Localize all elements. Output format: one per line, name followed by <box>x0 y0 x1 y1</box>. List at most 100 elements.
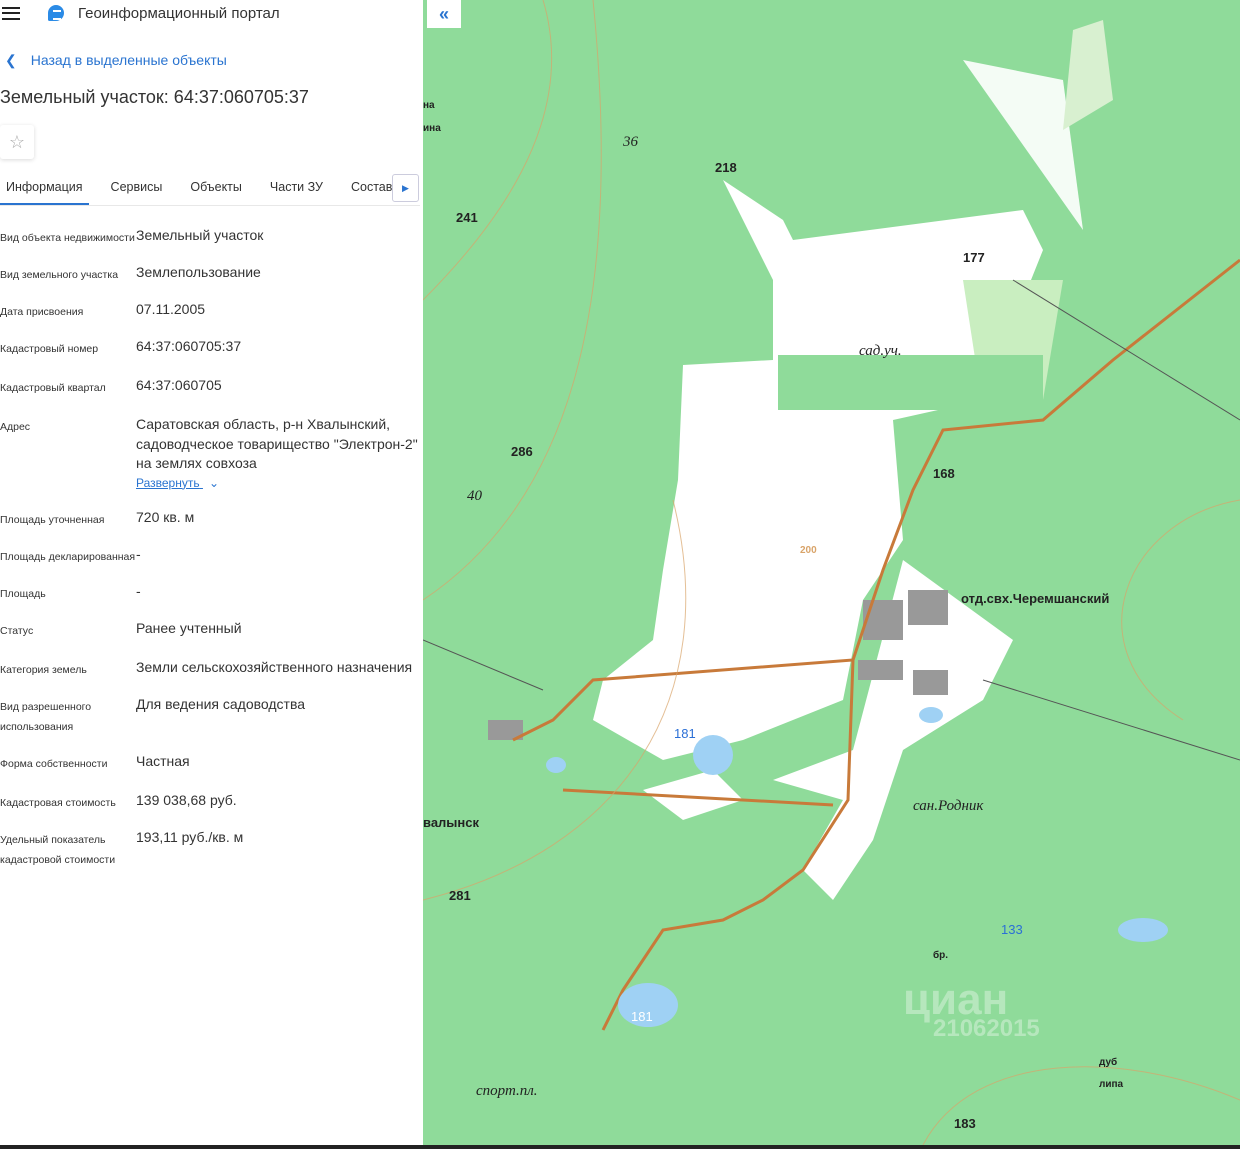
map-label: 181 <box>631 1009 653 1024</box>
attribute-value-text: 64:37:060705:37 <box>136 338 242 354</box>
attribute-row: Площадь - <box>0 582 420 604</box>
attribute-label: Площадь <box>0 588 46 600</box>
attribute-value: 64:37:060705 <box>136 376 420 398</box>
attribute-label: Категория земель <box>0 664 87 676</box>
map-label: бр. <box>933 950 949 961</box>
app-title: Геоинформационный портал <box>78 4 280 22</box>
map-label: 133 <box>1001 922 1023 937</box>
map-label: 281 <box>449 888 471 903</box>
tab-composition[interactable]: Состав <box>345 172 398 205</box>
attribute-row: Кадастровый квартал 64:37:060705 <box>0 376 420 398</box>
attribute-value-text: 07.11.2005 <box>136 301 206 317</box>
attribute-label: Вид объекта недвижимости <box>0 232 135 244</box>
map-view[interactable]: « 36 218 241 177 сад.уч. 286 40 168 200 … <box>423 0 1240 1145</box>
back-link-label: Назад в выделенные объекты <box>30 52 227 68</box>
chevron-left-icon: ❮ <box>5 52 17 68</box>
map-label: сад.уч. <box>859 343 902 359</box>
menu-icon[interactable] <box>2 6 20 20</box>
tab-info[interactable]: Информация <box>0 172 89 205</box>
attribute-label: Вид земельного участка <box>0 269 119 281</box>
attribute-label: Вид разрешенного использования <box>0 701 92 733</box>
map-label: 286 <box>511 444 533 459</box>
attribute-label: Дата присвоения <box>0 306 84 318</box>
attribute-row: Кадастровая стоимость 139 038,68 руб. <box>0 791 420 813</box>
attribute-label: Адрес <box>0 421 31 433</box>
map-label: 168 <box>933 466 955 481</box>
map-label: 218 <box>715 160 737 175</box>
attribute-value-text: - <box>136 546 141 562</box>
attribute-value-text: Земли сельскохозяйственного назначения <box>136 659 413 675</box>
taskbar-edge <box>0 1145 1240 1149</box>
map-label: сан.Родник <box>913 798 984 814</box>
attribute-value: Ранее учтенный <box>136 619 420 641</box>
attribute-list: Вид объекта недвижимости Земельный участо… <box>0 226 420 885</box>
map-label: спорт.пл. <box>476 1083 538 1099</box>
attribute-label: Кадастровый квартал <box>0 382 106 394</box>
attribute-value-text: Землепользование <box>136 264 261 280</box>
map-label: отд.свх.Черемшанский <box>961 591 1110 606</box>
attribute-row: Удельный показатель кадастровой стоимост… <box>0 828 420 870</box>
attribute-value: Земли сельскохозяйственного назначения <box>136 658 420 680</box>
watermark-number: 21062015 <box>933 1015 1040 1042</box>
portal-logo-icon <box>48 5 64 21</box>
attribute-value-text: Ранее учтенный <box>136 620 242 636</box>
map-label: на <box>423 100 435 111</box>
attribute-value: Для ведения садоводства <box>136 695 420 737</box>
tab-objects[interactable]: Объекты <box>184 172 248 205</box>
tab-services[interactable]: Сервисы <box>105 172 169 205</box>
tab-parts[interactable]: Части ЗУ <box>264 172 329 205</box>
attribute-value: 720 кв. м <box>136 508 420 530</box>
attribute-row: Площадь уточненная 720 кв. м <box>0 508 420 530</box>
attribute-value-text: 139 038,68 руб. <box>136 792 237 808</box>
page-title: Земельный участок: 64:37:060705:37 <box>0 87 309 107</box>
map-label: липа <box>1099 1079 1124 1090</box>
map-label: валынск <box>423 815 479 830</box>
attribute-row: Площадь декларированная - <box>0 545 420 567</box>
topographic-map <box>423 0 1240 1145</box>
attribute-row: Адрес Саратовская область, р-н Хвалынский… <box>0 415 420 493</box>
tabs: Информация Сервисы Объекты Части ЗУ Сост… <box>0 172 420 206</box>
back-link[interactable]: ❮ Назад в выделенные объекты <box>5 52 227 69</box>
attribute-row: Статус Ранее учтенный <box>0 619 420 641</box>
attribute-row: Кадастровый номер 64:37:060705:37 <box>0 337 420 359</box>
collapse-panel-button[interactable]: « <box>427 0 461 28</box>
attribute-value-text: Для ведения садоводства <box>136 696 306 712</box>
clearings <box>593 60 1083 900</box>
favorite-star-icon[interactable]: ☆ <box>0 125 34 159</box>
map-label: 40 <box>467 488 482 504</box>
expand-label: Развернуть <box>136 475 200 490</box>
map-label: дуб <box>1099 1057 1118 1068</box>
attribute-row: Вид разрешенного использования Для ведени… <box>0 695 420 737</box>
attribute-value-text: Частная <box>136 753 190 769</box>
map-label: 177 <box>963 250 985 265</box>
attribute-value: - <box>136 545 420 567</box>
attribute-label: Кадастровая стоимость <box>0 797 116 809</box>
attribute-row: Вид земельного участка Землепользование <box>0 263 420 285</box>
tabs-next-button[interactable]: ▶ <box>392 174 419 202</box>
attribute-value-text: - <box>136 583 141 599</box>
map-label: 36 <box>623 134 638 150</box>
attribute-value: 07.11.2005 <box>136 300 420 322</box>
attribute-value: 193,11 руб./кв. м <box>136 828 420 870</box>
attribute-value-text: 193,11 руб./кв. м <box>136 829 244 845</box>
info-panel: Геоинформационный портал ❮ Назад в выделе… <box>0 0 423 1145</box>
map-label: 183 <box>954 1116 976 1131</box>
attribute-label: Статус <box>0 625 34 637</box>
top-bar: Геоинформационный портал <box>0 0 423 26</box>
attribute-value: Саратовская область, р-н Хвалынский, сад… <box>136 415 420 493</box>
attribute-label: Площадь уточненная <box>0 514 105 526</box>
map-label: 181 <box>674 726 696 741</box>
map-label: 241 <box>456 210 478 225</box>
expand-link[interactable]: Развернуть ⌄ <box>136 474 420 494</box>
map-label: 200 <box>800 545 817 556</box>
attribute-value-text: 720 кв. м <box>136 509 195 525</box>
attribute-row: Категория земель Земли сельскохозяйственн… <box>0 658 420 680</box>
attribute-value: - <box>136 582 420 604</box>
attribute-value: 64:37:060705:37 <box>136 337 420 359</box>
attribute-value: Землепользование <box>136 263 420 285</box>
attribute-value: Земельный участок <box>136 226 420 248</box>
attribute-label: Форма собственности <box>0 758 108 770</box>
attribute-value: Частная <box>136 752 420 774</box>
attribute-row: Вид объекта недвижимости Земельный участо… <box>0 226 420 248</box>
attribute-label: Удельный показатель кадастровой стоимост… <box>0 834 116 866</box>
